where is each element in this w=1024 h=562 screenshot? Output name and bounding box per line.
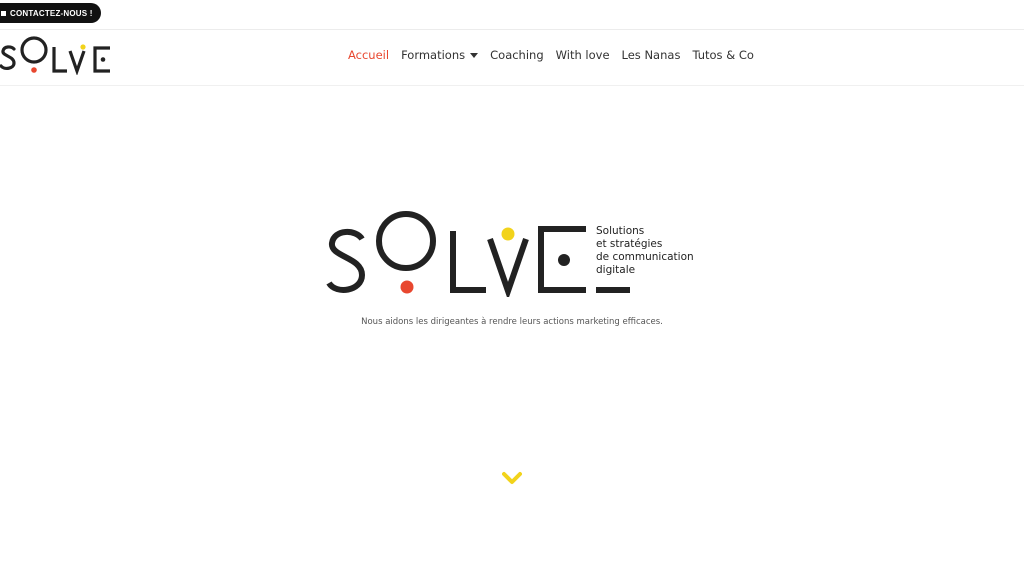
nav-item-accueil[interactable]: Accueil — [348, 48, 389, 62]
nav-item-les-nanas[interactable]: Les Nanas — [622, 48, 681, 62]
nav-item-with-love[interactable]: With love — [556, 48, 610, 62]
nav-item-label: Tutos & Co — [692, 48, 754, 62]
tagline-line: de communication — [596, 251, 694, 263]
nav-item-formations[interactable]: Formations — [401, 48, 479, 62]
hero-logo — [326, 211, 630, 297]
top-bar: CONTACTEZ-NOUS ! — [0, 0, 1024, 30]
caret-down-icon — [470, 53, 479, 58]
chevron-down-icon[interactable] — [502, 471, 522, 485]
nav-item-tutos-co[interactable]: Tutos & Co — [692, 48, 753, 62]
nav-item-label: With love — [555, 48, 610, 62]
tagline-line: Solutions — [596, 225, 645, 237]
contact-button-label: CONTACTEZ-NOUS ! — [10, 8, 93, 18]
site-logo[interactable] — [0, 33, 112, 75]
nav-item-label: Les Nanas — [621, 48, 681, 62]
brand-tagline: Solutions et stratégies de communication… — [596, 225, 694, 277]
nav-item-label: Accueil — [348, 48, 390, 62]
hero-subtitle: Nous aidons les dirigeantes à rendre leu… — [361, 317, 663, 327]
tagline-line: et stratégies — [596, 238, 663, 250]
nav-item-coaching[interactable]: Coaching — [490, 48, 544, 62]
main-nav: Accueil Formations Coaching With love Le… — [348, 48, 754, 62]
nav-item-label: Coaching — [490, 48, 544, 62]
square-icon — [1, 10, 6, 16]
nav-item-label: Formations — [401, 48, 466, 62]
contact-button[interactable]: CONTACTEZ-NOUS ! — [0, 3, 101, 23]
site-header: Accueil Formations Coaching With love Le… — [0, 30, 1024, 86]
tagline-line: digitale — [596, 264, 636, 276]
